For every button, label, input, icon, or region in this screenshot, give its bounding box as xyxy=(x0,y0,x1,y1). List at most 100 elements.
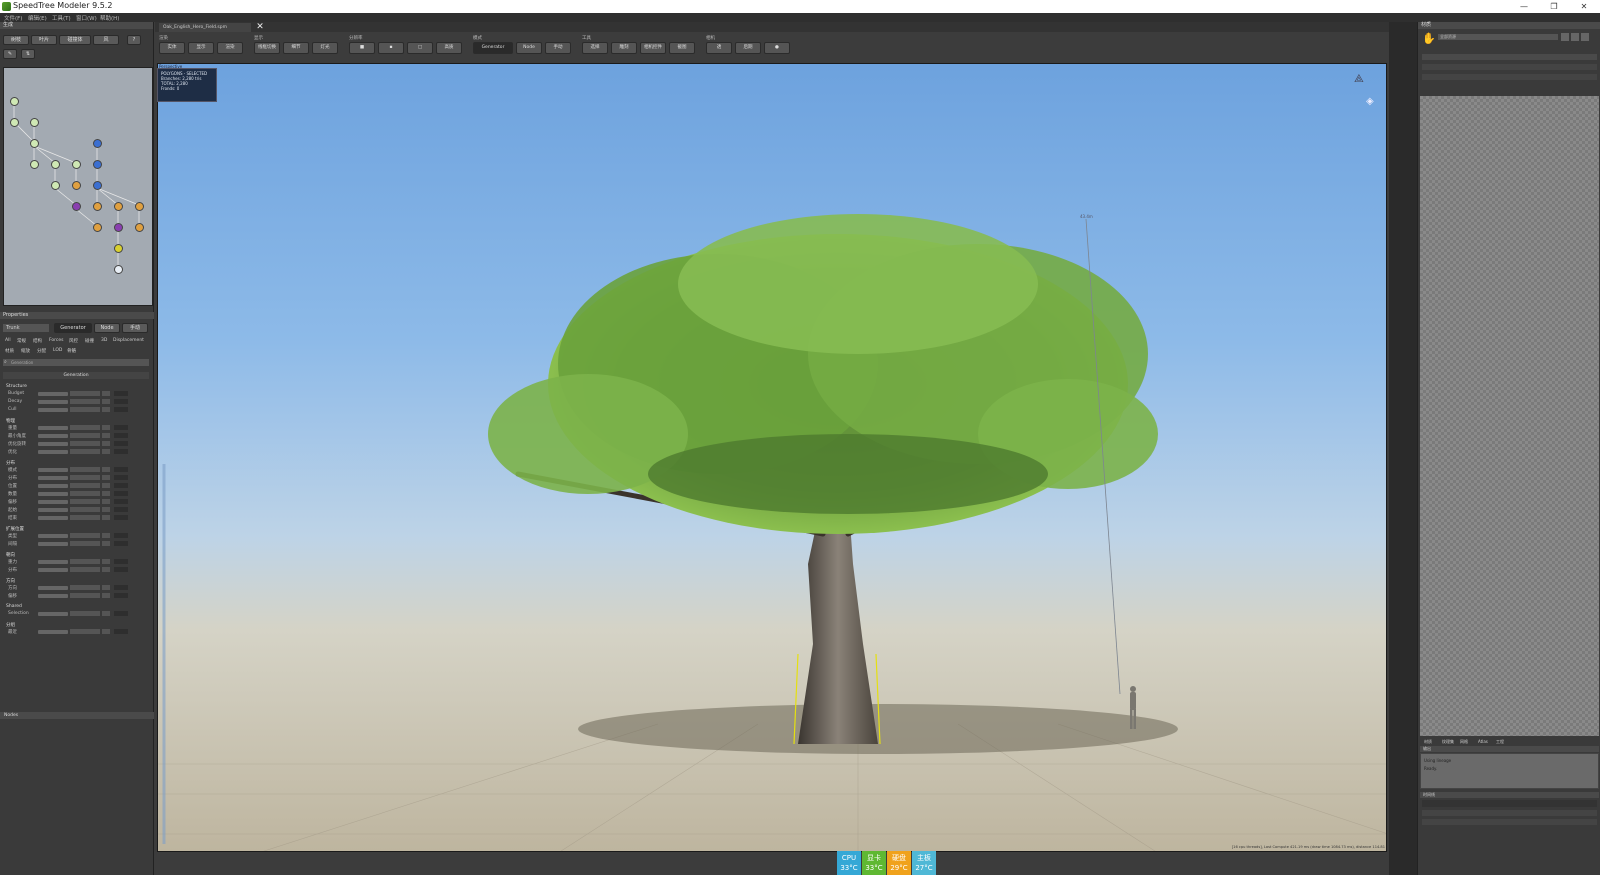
restore-button[interactable]: ❐ xyxy=(1542,0,1566,13)
graph-node[interactable] xyxy=(51,181,60,190)
property-slider[interactable] xyxy=(38,500,68,504)
resource-tab[interactable]: 工程 xyxy=(1496,739,1504,745)
graph-node[interactable] xyxy=(72,160,81,169)
resource-search[interactable] xyxy=(1422,54,1597,60)
property-swatch[interactable] xyxy=(114,585,128,590)
menu-tools[interactable]: 工具(T) xyxy=(52,14,71,22)
colliders-button[interactable]: 碰撞体 xyxy=(59,35,91,45)
view-list-icon[interactable] xyxy=(1571,33,1579,41)
property-swatch[interactable] xyxy=(114,425,128,430)
graph-node[interactable] xyxy=(10,118,19,127)
graph-node[interactable] xyxy=(30,118,39,127)
property-slider[interactable] xyxy=(38,476,68,480)
property-curve-button[interactable] xyxy=(102,593,110,598)
property-swatch[interactable] xyxy=(114,449,128,454)
property-slider[interactable] xyxy=(38,560,68,564)
close-button[interactable]: ✕ xyxy=(1572,0,1596,13)
toolbar-button[interactable]: 透 xyxy=(706,42,732,54)
property-value-field[interactable] xyxy=(70,515,100,520)
texture-preview[interactable] xyxy=(1420,96,1599,736)
graph-node[interactable] xyxy=(72,202,81,211)
filter-tab-3d[interactable]: 3D xyxy=(101,338,107,343)
property-slider[interactable] xyxy=(38,516,68,520)
view-grid-icon[interactable] xyxy=(1561,33,1569,41)
filter-tab-scale[interactable]: 缩放 xyxy=(21,348,30,354)
graph-node-root[interactable] xyxy=(114,265,123,274)
toolbar-button[interactable]: ▪ xyxy=(378,42,404,54)
document-tab[interactable]: Oak_English_Hero_Field.spm xyxy=(159,23,251,32)
mode-node-tab[interactable]: Node xyxy=(94,323,120,333)
camera-icon[interactable]: ◈ xyxy=(1366,96,1376,107)
graph-node[interactable] xyxy=(51,160,60,169)
property-slider[interactable] xyxy=(38,484,68,488)
timeline-options[interactable] xyxy=(1422,810,1597,816)
property-slider[interactable] xyxy=(38,594,68,598)
property-curve-button[interactable] xyxy=(102,629,110,634)
filter-tab-wind[interactable]: 风控 xyxy=(69,338,78,344)
property-swatch[interactable] xyxy=(114,593,128,598)
delete-icon[interactable] xyxy=(1581,33,1589,41)
resource-tab[interactable]: 纹理集 xyxy=(1442,739,1454,745)
property-value-field[interactable] xyxy=(70,499,100,504)
property-value-field[interactable] xyxy=(70,491,100,496)
property-swatch[interactable] xyxy=(114,499,128,504)
property-swatch[interactable] xyxy=(114,629,128,634)
property-value-field[interactable] xyxy=(70,399,100,404)
close-tab-icon[interactable]: ✕ xyxy=(255,22,265,32)
resource-filter-row[interactable] xyxy=(1422,74,1597,80)
property-curve-button[interactable] xyxy=(102,559,110,564)
property-curve-button[interactable] xyxy=(102,515,110,520)
toolbar-button[interactable]: □ xyxy=(407,42,433,54)
property-value-field[interactable] xyxy=(70,441,100,446)
property-curve-button[interactable] xyxy=(102,407,110,412)
toolbar-button[interactable]: Generator xyxy=(473,42,513,54)
property-value-field[interactable] xyxy=(70,611,100,616)
resource-tab[interactable]: 网格 xyxy=(1460,739,1468,745)
property-value-field[interactable] xyxy=(70,425,100,430)
property-curve-button[interactable] xyxy=(102,533,110,538)
filter-tab-assign[interactable]: 分配 xyxy=(37,348,46,354)
property-slider[interactable] xyxy=(38,630,68,634)
property-swatch[interactable] xyxy=(114,541,128,546)
help-button[interactable]: ? xyxy=(127,35,141,45)
property-value-field[interactable] xyxy=(70,483,100,488)
property-swatch[interactable] xyxy=(114,433,128,438)
property-slider[interactable] xyxy=(38,468,68,472)
property-curve-button[interactable] xyxy=(102,491,110,496)
wind-button[interactable]: 风 xyxy=(93,35,119,45)
property-curve-button[interactable] xyxy=(102,567,110,572)
node-graph[interactable] xyxy=(3,67,153,306)
property-slider[interactable] xyxy=(38,426,68,430)
property-value-field[interactable] xyxy=(70,407,100,412)
property-value-field[interactable] xyxy=(70,559,100,564)
property-curve-button[interactable] xyxy=(102,399,110,404)
toolbar-button[interactable]: 相机控件 xyxy=(640,42,666,54)
property-slider[interactable] xyxy=(38,508,68,512)
group-title[interactable]: Generation xyxy=(3,372,149,379)
property-swatch[interactable] xyxy=(114,441,128,446)
graph-node[interactable] xyxy=(30,160,39,169)
menu-help[interactable]: 帮助(H) xyxy=(100,14,119,22)
property-swatch[interactable] xyxy=(114,399,128,404)
filter-tab-collision[interactable]: 碰撞 xyxy=(85,338,94,344)
property-slider[interactable] xyxy=(38,612,68,616)
leaves-button[interactable]: 叶片 xyxy=(31,35,57,45)
property-slider[interactable] xyxy=(38,392,68,396)
graph-layout-icon[interactable]: ⇅ xyxy=(21,49,35,59)
property-slider[interactable] xyxy=(38,434,68,438)
filter-tab-bones[interactable]: 骨骼 xyxy=(67,348,76,354)
toolbar-button[interactable]: 雕刻 xyxy=(611,42,637,54)
property-curve-button[interactable] xyxy=(102,483,110,488)
filter-tab-structure[interactable]: 结构 xyxy=(33,338,42,344)
toolbar-button[interactable]: ■ xyxy=(349,42,375,54)
graph-node-tree[interactable] xyxy=(10,97,19,106)
graph-node-trunk-selected[interactable] xyxy=(114,244,123,253)
menu-window[interactable]: 窗口(W) xyxy=(76,14,97,22)
branches-button[interactable]: 树枝 xyxy=(3,35,29,45)
property-value-field[interactable] xyxy=(70,433,100,438)
property-value-field[interactable] xyxy=(70,629,100,634)
graph-tool-icon[interactable]: ✎ xyxy=(3,49,17,59)
property-value-field[interactable] xyxy=(70,533,100,538)
filter-tab-lod[interactable]: LOD xyxy=(53,348,62,353)
output-log[interactable]: Using lineage Ready. xyxy=(1420,753,1599,789)
